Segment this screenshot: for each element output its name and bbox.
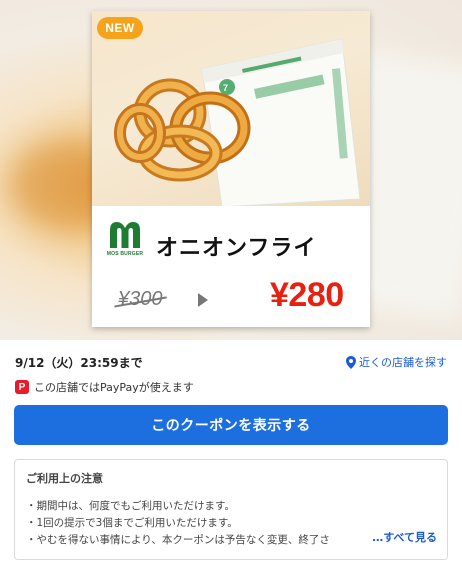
mos-burger-m-icon: [110, 222, 140, 248]
location-pin-icon: [346, 355, 356, 369]
expiry-date: 9/12（火）23:59まで: [15, 355, 143, 370]
paypay-row: P この店舗ではPayPayが使えます: [15, 378, 194, 396]
find-nearby-store-label: 近くの店舗を探す: [359, 356, 447, 369]
old-price: ¥300: [118, 288, 163, 310]
price-row: ¥300 ¥280: [92, 276, 370, 324]
product-title-row: MOS BURGER オニオンフライ: [92, 216, 370, 276]
arrow-right-icon: [198, 293, 208, 307]
find-nearby-store-link[interactable]: 近くの店舗を探す: [346, 354, 447, 370]
see-all-link[interactable]: …すべて見る: [370, 529, 437, 545]
onion-rings-image: [114, 78, 251, 182]
new-price: ¥280: [270, 276, 344, 314]
info-row: 9/12（火）23:59まで 近くの店舗を探す: [15, 352, 447, 372]
mos-burger-logo: MOS BURGER: [104, 220, 146, 264]
coupon-card[interactable]: 7 NEW MOS BURGER オニオンフライ ¥300 ¥280: [92, 11, 370, 327]
product-name: オニオンフライ: [156, 236, 317, 261]
notice-title: ご利用上の注意: [26, 472, 103, 485]
paypay-text: この店舗ではPayPayが使えます: [34, 381, 194, 394]
new-badge: NEW: [97, 17, 143, 39]
hero-area: 7 NEW MOS BURGER オニオンフライ ¥300 ¥280: [0, 0, 462, 340]
paypay-icon: P: [15, 380, 29, 394]
notice-item: 期間中は、何度でもご利用いただけます。: [26, 498, 437, 515]
usage-notice-box: ご利用上の注意 期間中は、何度でもご利用いただけます。 1回の提示で3個までご利…: [14, 459, 448, 560]
show-coupon-button[interactable]: このクーポンを表示する: [14, 405, 448, 445]
product-photo: 7 NEW: [92, 11, 370, 206]
logo-text: MOS BURGER: [106, 251, 144, 257]
